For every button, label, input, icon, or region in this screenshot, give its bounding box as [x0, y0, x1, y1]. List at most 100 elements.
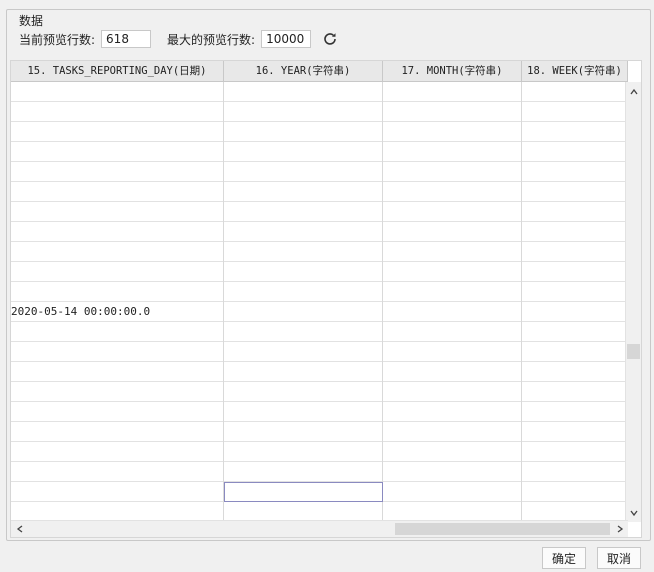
table-cell[interactable]	[11, 502, 224, 522]
table-row[interactable]: 2020-05-14 00:00:00.0	[11, 302, 628, 322]
table-cell[interactable]	[224, 162, 383, 182]
date-cell[interactable]: 2020-05-14 00:00:00.0	[11, 302, 224, 322]
table-cell[interactable]	[224, 402, 383, 422]
table-cell[interactable]	[383, 242, 522, 262]
table-row[interactable]	[11, 142, 628, 162]
table-cell[interactable]	[11, 322, 224, 342]
table-cell[interactable]	[383, 102, 522, 122]
horizontal-scrollbar[interactable]	[11, 520, 628, 537]
table-row[interactable]	[11, 202, 628, 222]
table-cell[interactable]	[11, 282, 224, 302]
table-cell[interactable]	[522, 242, 628, 262]
table-cell[interactable]	[11, 222, 224, 242]
table-cell[interactable]	[522, 142, 628, 162]
table-cell[interactable]	[383, 442, 522, 462]
table-cell[interactable]	[224, 502, 383, 522]
table-cell[interactable]	[522, 462, 628, 482]
column-header-year[interactable]: 16. YEAR(字符串)	[224, 61, 383, 81]
table-cell[interactable]	[224, 282, 383, 302]
table-cell[interactable]	[224, 262, 383, 282]
table-row[interactable]	[11, 502, 628, 522]
table-cell[interactable]	[224, 122, 383, 142]
ok-button[interactable]: 确定	[542, 547, 586, 569]
table-row[interactable]	[11, 102, 628, 122]
table-cell[interactable]	[383, 202, 522, 222]
table-cell[interactable]	[522, 162, 628, 182]
table-cell[interactable]	[522, 502, 628, 522]
table-cell[interactable]	[224, 342, 383, 362]
table-row[interactable]	[11, 442, 628, 462]
selected-cell[interactable]	[224, 482, 383, 502]
table-cell[interactable]	[522, 202, 628, 222]
table-row[interactable]	[11, 262, 628, 282]
table-row[interactable]	[11, 322, 628, 342]
table-cell[interactable]	[522, 282, 628, 302]
table-cell[interactable]	[522, 82, 628, 102]
scroll-up-icon[interactable]	[626, 84, 641, 99]
table-cell[interactable]	[224, 222, 383, 242]
table-cell[interactable]	[383, 262, 522, 282]
table-cell[interactable]	[383, 82, 522, 102]
table-cell[interactable]	[224, 382, 383, 402]
max-preview-rows-field[interactable]: 10000	[261, 30, 312, 48]
table-row[interactable]	[11, 362, 628, 382]
table-cell[interactable]	[11, 382, 224, 402]
table-cell[interactable]	[522, 222, 628, 242]
scroll-down-icon[interactable]	[626, 505, 641, 520]
table-cell[interactable]	[11, 182, 224, 202]
table-cell[interactable]	[224, 302, 383, 322]
table-row[interactable]	[11, 182, 628, 202]
vertical-scroll-thumb[interactable]	[627, 344, 640, 359]
table-cell[interactable]	[522, 482, 628, 502]
table-row[interactable]	[11, 402, 628, 422]
table-cell[interactable]	[11, 262, 224, 282]
table-cell[interactable]	[522, 422, 628, 442]
table-cell[interactable]	[11, 142, 224, 162]
table-cell[interactable]	[383, 222, 522, 242]
table-cell[interactable]	[522, 262, 628, 282]
table-cell[interactable]	[383, 362, 522, 382]
table-cell[interactable]	[522, 342, 628, 362]
column-header-tasks-reporting-day[interactable]: 15. TASKS_REPORTING_DAY(日期)	[11, 61, 224, 81]
table-row[interactable]	[11, 282, 628, 302]
table-cell[interactable]	[383, 382, 522, 402]
table-cell[interactable]	[11, 122, 224, 142]
table-cell[interactable]	[383, 282, 522, 302]
table-cell[interactable]	[383, 162, 522, 182]
refresh-button[interactable]	[321, 30, 339, 48]
table-cell[interactable]	[224, 322, 383, 342]
scroll-left-icon[interactable]	[12, 521, 27, 536]
table-row[interactable]	[11, 242, 628, 262]
table-cell[interactable]	[383, 182, 522, 202]
scroll-right-icon[interactable]	[612, 521, 627, 536]
table-cell[interactable]	[224, 422, 383, 442]
table-row[interactable]	[11, 382, 628, 402]
table-cell[interactable]	[11, 202, 224, 222]
table-cell[interactable]	[383, 502, 522, 522]
table-row[interactable]	[11, 422, 628, 442]
table-cell[interactable]	[383, 142, 522, 162]
table-cell[interactable]	[11, 442, 224, 462]
table-cell[interactable]	[11, 462, 224, 482]
table-cell[interactable]	[11, 362, 224, 382]
vertical-scrollbar[interactable]	[625, 82, 641, 522]
table-row[interactable]	[11, 122, 628, 142]
column-header-month[interactable]: 17. MONTH(字符串)	[383, 61, 522, 81]
table-row[interactable]	[11, 222, 628, 242]
table-cell[interactable]	[522, 322, 628, 342]
table-cell[interactable]	[11, 482, 224, 502]
table-cell[interactable]	[383, 302, 522, 322]
table-row[interactable]	[11, 482, 628, 502]
table-cell[interactable]	[522, 302, 628, 322]
table-cell[interactable]	[383, 342, 522, 362]
table-cell[interactable]	[11, 422, 224, 442]
table-row[interactable]	[11, 162, 628, 182]
table-cell[interactable]	[224, 242, 383, 262]
current-preview-rows-field[interactable]: 618	[101, 30, 152, 48]
table-row[interactable]	[11, 342, 628, 362]
table-cell[interactable]	[224, 182, 383, 202]
table-cell[interactable]	[383, 462, 522, 482]
table-cell[interactable]	[522, 362, 628, 382]
table-cell[interactable]	[224, 202, 383, 222]
horizontal-scroll-thumb[interactable]	[395, 523, 610, 535]
